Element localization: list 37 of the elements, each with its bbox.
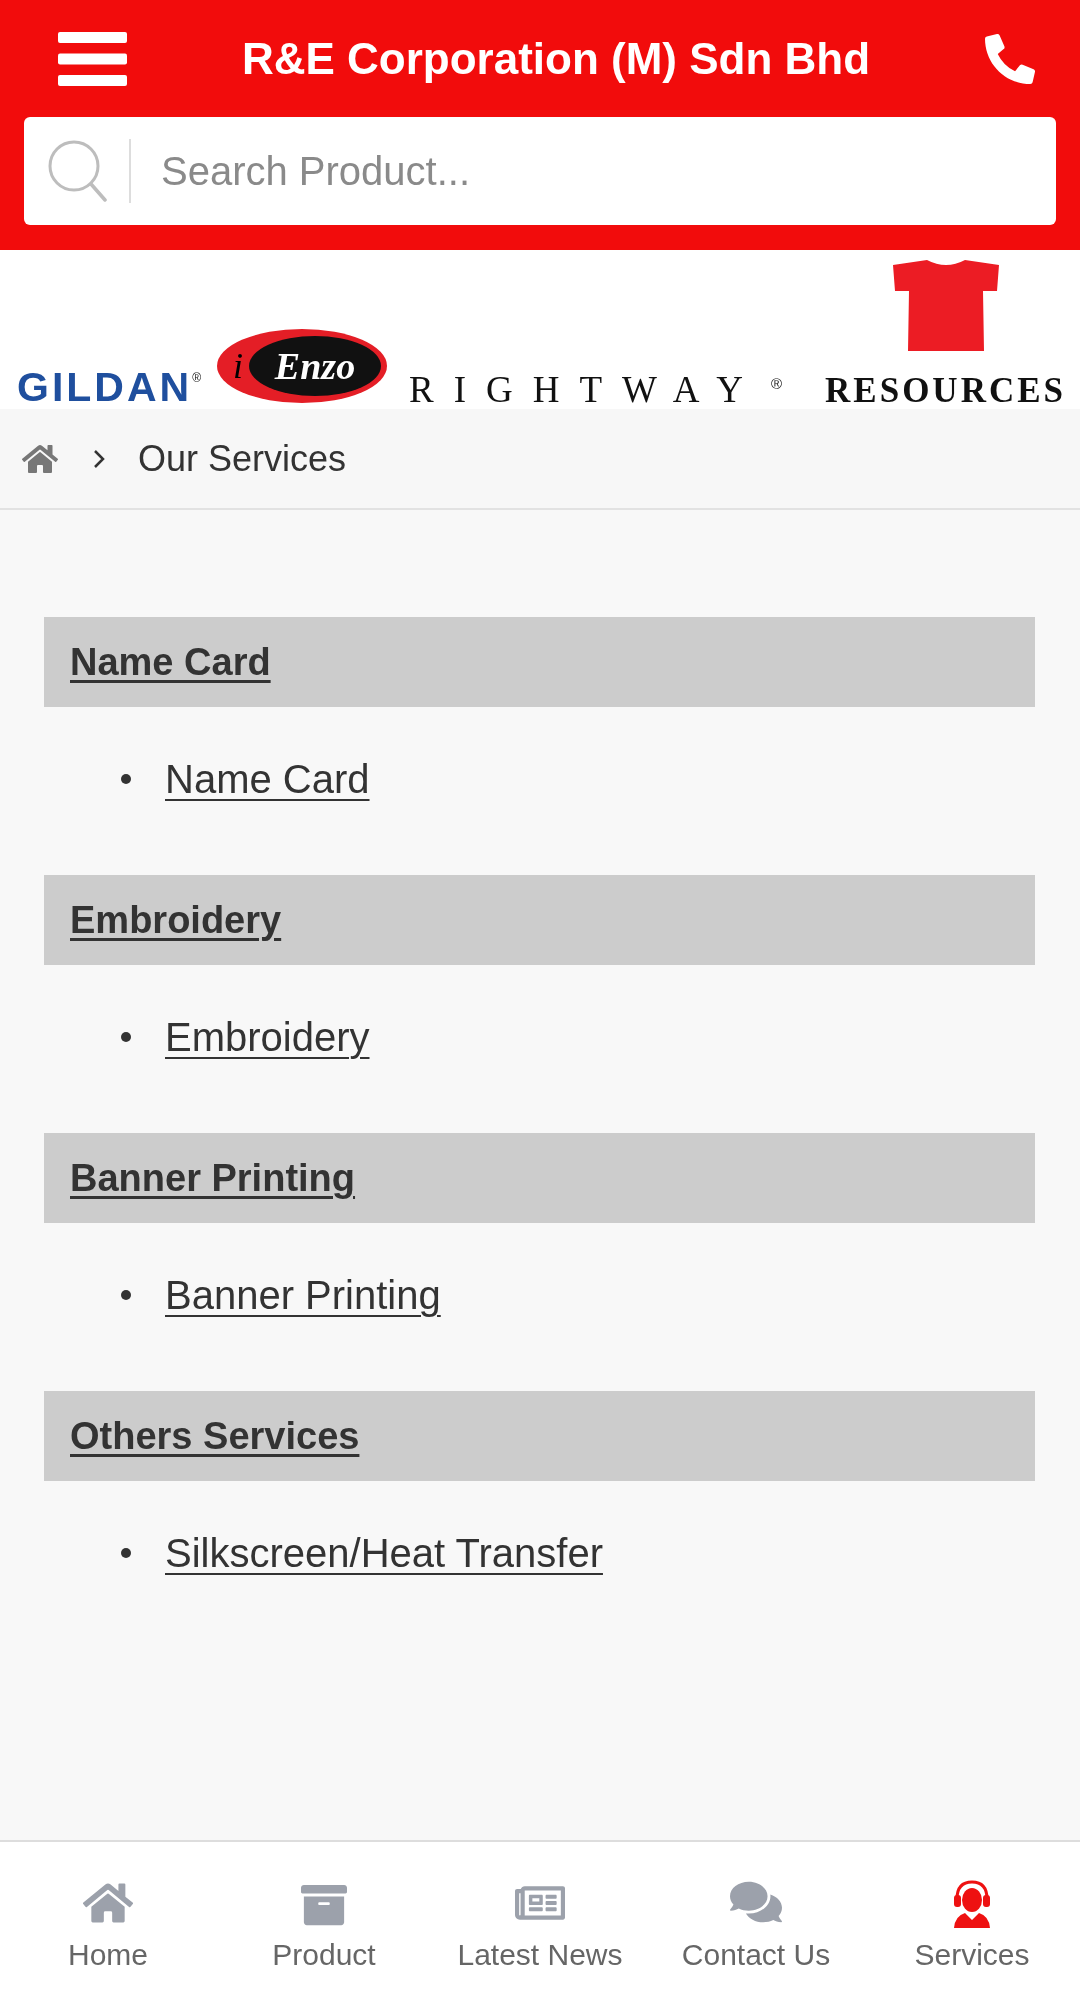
nav-tab[interactable]: Latest News [432,1842,648,1990]
menu-button[interactable] [58,31,127,86]
bullet-icon [121,1032,131,1042]
brand-logo: Enzo [249,336,381,396]
bullet-icon [121,774,131,784]
support-agent-icon [952,1880,992,1928]
app-title: R&E Corporation (M) Sdn Bhd [240,36,872,81]
registered-mark: ® [192,372,201,384]
menu-icon [58,31,127,86]
service-link[interactable]: Banner Printing [165,1275,441,1315]
bullet-icon [121,1548,131,1558]
chevron-right-icon [93,448,105,469]
section-title-link[interactable]: Others Services [70,1417,360,1455]
breadcrumb-current: Our Services [138,440,347,477]
brand-logo: GILDAN [17,372,193,403]
nav-tab[interactable]: Services [864,1842,1080,1990]
tshirt-icon [890,259,1001,351]
section-title-link[interactable]: Name Card [70,643,271,681]
call-button[interactable] [985,33,1035,84]
service-link[interactable]: Embroidery [165,1017,370,1057]
logo-letter: i [233,348,243,384]
brand-logo: RIGHTWAY [409,376,763,403]
nav-tab[interactable]: Product [216,1842,432,1990]
brand-logo: RESOURCES [825,379,1066,403]
archive-box-icon [301,1882,347,1928]
search-input[interactable]: Search Product... [161,136,1040,206]
search-field[interactable]: Search Product... [24,117,1056,225]
service-link[interactable]: Silkscreen/Heat Transfer [165,1533,603,1573]
search-icon [47,139,107,203]
service-link[interactable]: Name Card [165,759,370,799]
phone-icon [985,33,1035,84]
section-title-link[interactable]: Embroidery [70,901,282,939]
bullet-icon [121,1290,131,1300]
section-title-link[interactable]: Banner Printing [70,1159,356,1197]
nav-tab[interactable]: Contact Us [648,1842,864,1990]
nav-tab[interactable]: Home [0,1842,216,1990]
registered-mark: ® [770,376,782,391]
